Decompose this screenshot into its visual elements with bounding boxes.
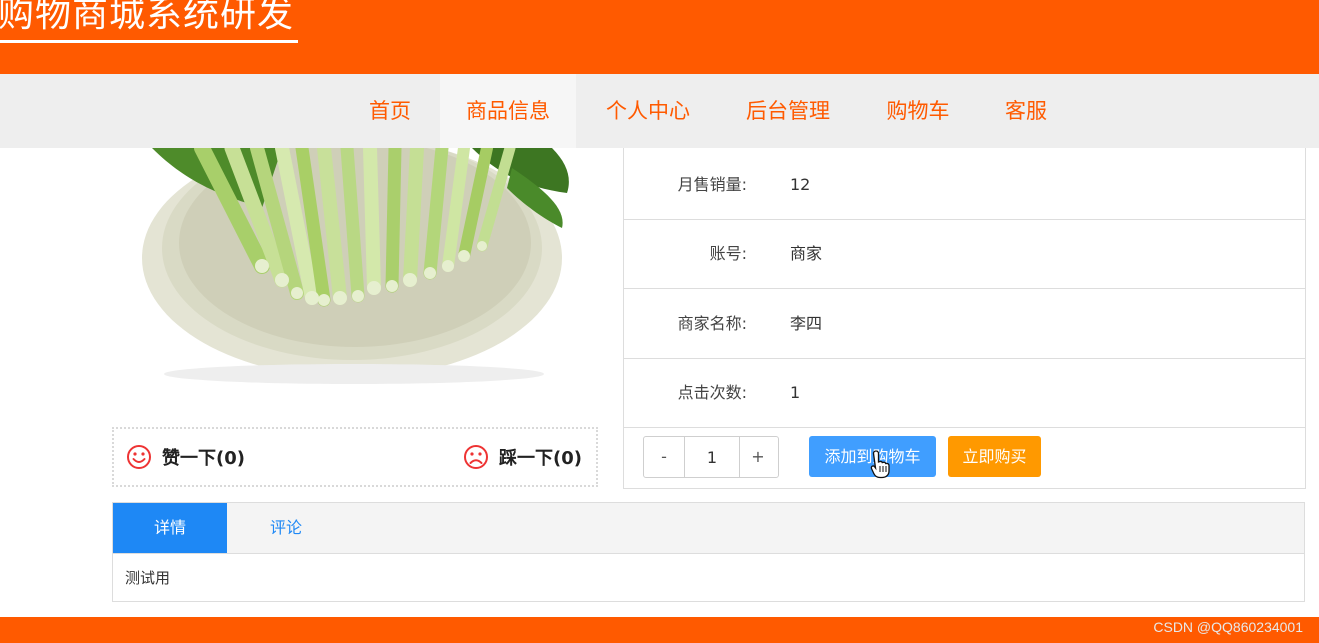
- frown-icon: [464, 445, 488, 469]
- info-label: 商家名称:: [677, 314, 747, 333]
- nav-item-products[interactable]: 商品信息: [440, 74, 576, 148]
- info-value: 李四: [790, 314, 823, 333]
- nav-item-profile[interactable]: 个人中心: [589, 74, 707, 148]
- info-value: 12: [790, 175, 811, 194]
- dislike-label: 踩一下(0): [499, 448, 582, 469]
- vote-bar: 赞一下(0) 踩一下(0): [112, 427, 598, 487]
- tab-bar: 详情 评论: [113, 503, 1304, 554]
- nav-item-service[interactable]: 客服: [990, 74, 1062, 148]
- tab-comments[interactable]: 评论: [227, 503, 345, 553]
- info-row-click-count: 点击次数: 1: [624, 358, 1305, 428]
- dislike-button[interactable]: 踩一下(0): [463, 429, 582, 485]
- info-label: 点击次数:: [677, 383, 747, 402]
- increase-button[interactable]: +: [738, 437, 778, 477]
- like-button[interactable]: 赞一下(0): [126, 429, 245, 485]
- watermark-text: CSDN @QQ860234001: [1153, 619, 1303, 635]
- header-bar: 购物商城系统研发: [0, 0, 1319, 74]
- footer-bar: CSDN @QQ860234001: [0, 617, 1319, 643]
- main-nav: 首页 商品信息 个人中心 后台管理 购物车 客服: [0, 74, 1319, 148]
- info-value: 商家: [790, 244, 823, 263]
- product-image: [112, 148, 598, 420]
- purchase-actions: - + 添加到购物车 立即购买: [624, 427, 1305, 487]
- hand-cursor-icon: [870, 450, 890, 479]
- detail-tabs: 详情 评论 测试用: [112, 502, 1305, 602]
- nav-item-cart[interactable]: 购物车: [870, 74, 966, 148]
- info-row-account: 账号: 商家: [624, 219, 1305, 289]
- tab-content-text: 测试用: [125, 569, 171, 587]
- like-label: 赞一下(0): [162, 448, 245, 469]
- info-row-monthly-sales: 月售销量: 12: [624, 150, 1305, 220]
- site-title[interactable]: 购物商城系统研发: [0, 0, 299, 43]
- buy-now-button[interactable]: 立即购买: [948, 436, 1041, 477]
- quantity-input[interactable]: [684, 437, 740, 477]
- info-row-merchant-name: 商家名称: 李四: [624, 289, 1305, 359]
- tab-details[interactable]: 详情: [113, 503, 227, 553]
- smile-icon: [127, 445, 151, 469]
- info-label: 账号:: [709, 244, 747, 263]
- decrease-button[interactable]: -: [644, 437, 684, 477]
- info-value: 1: [790, 383, 801, 402]
- product-info-table: 月售销量: 12 账号: 商家 商家名称: 李四 点击次数: 1 - + 添加到…: [623, 148, 1306, 489]
- nav-item-admin[interactable]: 后台管理: [729, 74, 847, 148]
- info-label: 月售销量:: [677, 175, 747, 194]
- quantity-stepper: - +: [643, 436, 779, 478]
- nav-item-home[interactable]: 首页: [353, 74, 427, 148]
